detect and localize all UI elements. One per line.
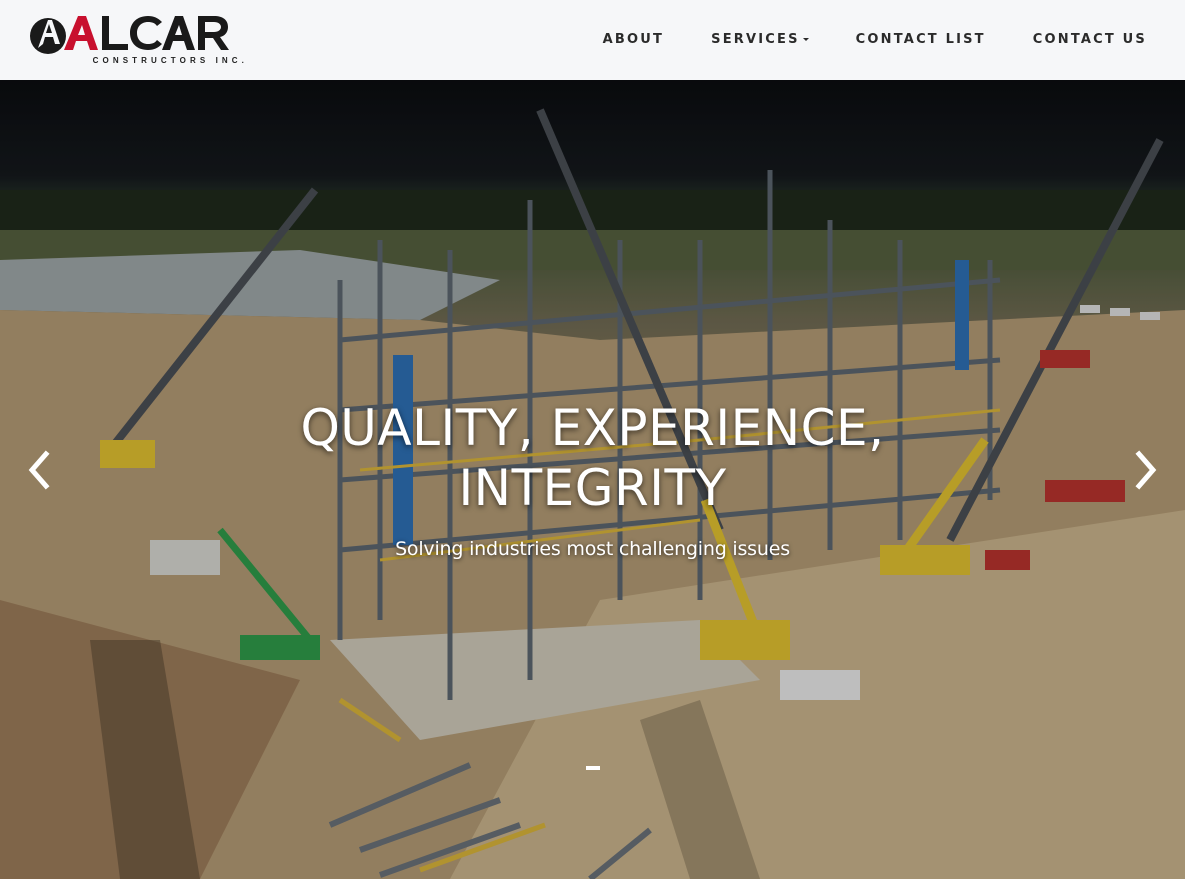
carousel-indicator-1[interactable] xyxy=(585,766,600,770)
chevron-left-icon xyxy=(28,450,50,490)
caret-down-icon xyxy=(802,38,809,41)
nav-contact-us[interactable]: CONTACT US xyxy=(1033,28,1147,51)
carousel-next-button[interactable] xyxy=(1125,440,1165,500)
carousel-prev-button[interactable] xyxy=(20,440,60,500)
navbar: CONSTRUCTORS INC. ABOUT SERVICES CONTACT… xyxy=(0,0,1185,80)
chevron-right-icon xyxy=(1135,450,1157,490)
carousel-indicators xyxy=(0,766,1185,770)
nav-about[interactable]: ABOUT xyxy=(603,28,664,51)
brand-logo[interactable]: CONSTRUCTORS INC. xyxy=(28,12,244,70)
hero-carousel: QUALITY, EXPERIENCE, INTEGRITY Solving in… xyxy=(0,80,1185,879)
nav-contact-us-label: CONTACT US xyxy=(1032,32,1147,47)
nav-about-label: ABOUT xyxy=(602,32,665,47)
hero-subtitle: Solving industries most challenging issu… xyxy=(395,538,790,560)
nav-contact-list[interactable]: CONTACT LIST xyxy=(856,28,986,51)
nav-contact-list-label: CONTACT LIST xyxy=(855,32,986,47)
main-nav: ABOUT SERVICES CONTACT LIST CONTACT US xyxy=(556,28,1147,51)
hero-title: QUALITY, EXPERIENCE, INTEGRITY xyxy=(300,398,885,517)
nav-services-label: SERVICES xyxy=(711,32,800,47)
logo-subtext: CONSTRUCTORS INC. xyxy=(92,56,248,65)
nav-services[interactable]: SERVICES xyxy=(711,28,809,51)
